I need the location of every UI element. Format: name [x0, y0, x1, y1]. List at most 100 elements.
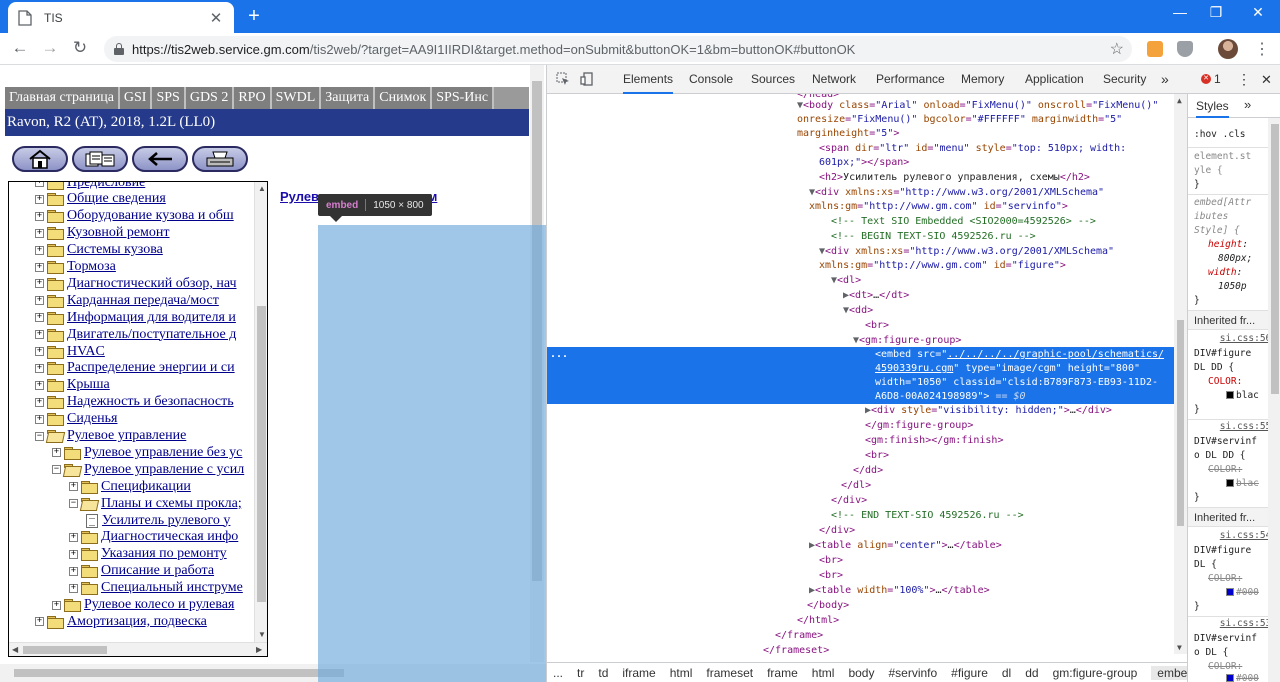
breadcrumb-item[interactable]: td — [598, 666, 608, 680]
expand-icon[interactable]: + — [35, 211, 44, 221]
style-prop-height[interactable]: height: — [1208, 238, 1248, 252]
expand-icon[interactable]: + — [69, 482, 78, 492]
tree-item[interactable]: + Надежность и безопасность — [35, 394, 234, 411]
close-window-icon[interactable]: ✕ — [1248, 4, 1268, 21]
collapse-icon[interactable]: − — [69, 499, 78, 509]
dom-node-dl[interactable]: ▼<dl> — [831, 273, 1187, 288]
expand-icon[interactable]: + — [69, 566, 78, 576]
style-prop-width[interactable]: width: — [1208, 266, 1242, 280]
dom-node-table-center[interactable]: ▶<table align="center">…</table> — [809, 538, 1187, 553]
tree-item[interactable]: + Специальный инструме — [69, 580, 243, 597]
tis-nav-tab[interactable]: SPS-Инс — [432, 87, 495, 109]
tab-elements[interactable]: Elements — [623, 65, 674, 94]
expand-icon[interactable]: + — [35, 380, 44, 390]
breadcrumb-item[interactable]: #figure — [951, 666, 988, 680]
expand-icon[interactable]: + — [35, 363, 44, 373]
tree-item-label[interactable]: Амортизация, подвеска — [67, 614, 207, 630]
expand-icon[interactable]: + — [35, 296, 44, 306]
extension-icon[interactable] — [1147, 41, 1163, 57]
expand-icon[interactable]: + — [35, 228, 44, 238]
tree-item-label[interactable]: Планы и схемы прокла; — [101, 496, 242, 512]
tab-application[interactable]: Application — [1025, 65, 1084, 94]
inspect-element-icon[interactable] — [556, 72, 570, 86]
breadcrumb-item[interactable]: ... — [553, 666, 563, 680]
new-tab-button[interactable]: + — [244, 5, 264, 28]
tree-item-label[interactable]: Специальный инструме — [101, 580, 243, 596]
tree-item[interactable]: − Рулевое управление — [35, 428, 186, 445]
tree-item[interactable]: + Системы кузова — [35, 242, 163, 259]
dom-node-dt[interactable]: ▶<dt>…</dt> — [843, 288, 1187, 303]
more-panes-icon[interactable]: » — [1244, 97, 1251, 112]
profile-avatar[interactable] — [1218, 39, 1238, 59]
scroll-down-icon[interactable]: ▼ — [258, 630, 266, 639]
expand-icon[interactable]: + — [35, 347, 44, 356]
tree-item-label[interactable]: Информация для водителя и — [67, 310, 236, 326]
tab-memory[interactable]: Memory — [961, 65, 1004, 94]
bookmark-star-icon[interactable]: ☆ — [1110, 39, 1124, 59]
tis-nav-tab[interactable]: SPS — [152, 87, 186, 109]
tree-item-label[interactable]: Описание и работа — [101, 563, 214, 579]
tree-item-label[interactable]: Диагностический обзор, нач — [67, 276, 237, 292]
tree-item[interactable]: + Предисловие — [35, 182, 145, 191]
error-icon[interactable]: ✕ — [1201, 74, 1211, 84]
breadcrumb-item[interactable]: frameset — [706, 666, 753, 680]
tree-item-label[interactable]: Рулевое управление без ус — [84, 445, 242, 461]
color-swatch[interactable] — [1226, 479, 1234, 487]
close-devtools-icon[interactable]: ✕ — [1261, 65, 1272, 94]
tis-nav-tab[interactable]: Снимок — [375, 87, 433, 109]
dom-node-figure-group[interactable]: ▼<gm:figure-group> — [853, 333, 1187, 348]
tis-nav-tab[interactable]: Защита — [321, 87, 376, 109]
breadcrumb-item[interactable]: body — [848, 666, 874, 680]
dom-node-div-figure[interactable]: ▼<div xmlns:xs="http://www.w3.org/2001/X… — [819, 244, 1187, 259]
tis-nav-tab[interactable]: GDS 2 — [185, 87, 235, 109]
collapse-icon[interactable]: − — [52, 465, 61, 475]
catalog-button[interactable] — [72, 146, 128, 172]
breadcrumb-item[interactable]: iframe — [622, 666, 655, 680]
color-swatch[interactable] — [1226, 588, 1234, 596]
tree-item-label[interactable]: Оборудование кузова и обш — [67, 208, 234, 224]
color-swatch[interactable] — [1226, 391, 1234, 399]
breadcrumb-item[interactable]: html — [670, 666, 693, 680]
tab-console[interactable]: Console — [689, 65, 733, 94]
tree-item[interactable]: + Оборудование кузова и обш — [35, 208, 234, 225]
elements-scrollbar[interactable]: ▲ ▼ — [1174, 94, 1187, 654]
collapse-icon[interactable]: − — [35, 431, 44, 441]
shield-extension-icon[interactable] — [1177, 41, 1193, 57]
minimize-icon[interactable]: — — [1170, 4, 1190, 20]
tree-item-label[interactable]: Предисловие — [67, 182, 145, 191]
maximize-icon[interactable]: ❐ — [1206, 4, 1226, 21]
close-tab-icon[interactable]: ✕ — [208, 9, 224, 27]
breadcrumb-item[interactable]: dl — [1002, 666, 1011, 680]
browser-tab[interactable]: TIS ✕ — [8, 2, 234, 33]
tree-item-label[interactable]: Диагностическая инфо — [101, 529, 238, 545]
breadcrumb-item[interactable]: #servinfo — [888, 666, 937, 680]
expand-icon[interactable]: + — [69, 549, 78, 559]
forward-icon[interactable]: → — [40, 38, 60, 58]
breadcrumb-item[interactable]: html — [812, 666, 835, 680]
tree-item-label[interactable]: Рулевое управление с усил — [84, 462, 244, 478]
expand-icon[interactable]: + — [35, 617, 44, 627]
tree-item[interactable]: + Двигатель/поступательное д — [35, 326, 236, 343]
back-button[interactable] — [132, 146, 188, 172]
scroll-right-icon[interactable]: ▶ — [256, 645, 262, 654]
scroll-left-icon[interactable]: ◀ — [12, 645, 18, 654]
expand-icon[interactable]: + — [52, 600, 61, 610]
tree-item[interactable]: + Описание и работа — [69, 563, 214, 580]
tree-vertical-scrollbar[interactable]: ▲ ▼ — [254, 182, 267, 642]
expand-icon[interactable]: + — [69, 583, 78, 593]
tree-item[interactable]: + Рулевое колесо и рулевая — [52, 597, 234, 614]
tree-item[interactable]: + Крыша — [35, 377, 110, 394]
tree-item[interactable]: + Карданная передача/мост — [35, 292, 219, 309]
tree-item[interactable]: + Диагностическая инфо — [69, 529, 238, 546]
breadcrumb-item[interactable]: gm:figure-group — [1053, 666, 1138, 680]
browser-menu-icon[interactable]: ⋮ — [1254, 39, 1270, 59]
url-text[interactable]: https://tis2web.service.gm.com/tis2web/?… — [132, 42, 855, 57]
scroll-up-icon[interactable]: ▲ — [258, 184, 266, 193]
tree-item-label[interactable]: Надежность и безопасность — [67, 394, 234, 410]
tree-item-label[interactable]: Крыша — [67, 377, 110, 393]
devtools-menu-icon[interactable]: ⋮ — [1237, 65, 1251, 94]
color-swatch[interactable] — [1226, 674, 1234, 682]
tab-sources[interactable]: Sources — [751, 65, 795, 94]
tree-item-label[interactable]: Указания по ремонту — [101, 546, 227, 562]
expand-icon[interactable]: + — [35, 330, 44, 340]
